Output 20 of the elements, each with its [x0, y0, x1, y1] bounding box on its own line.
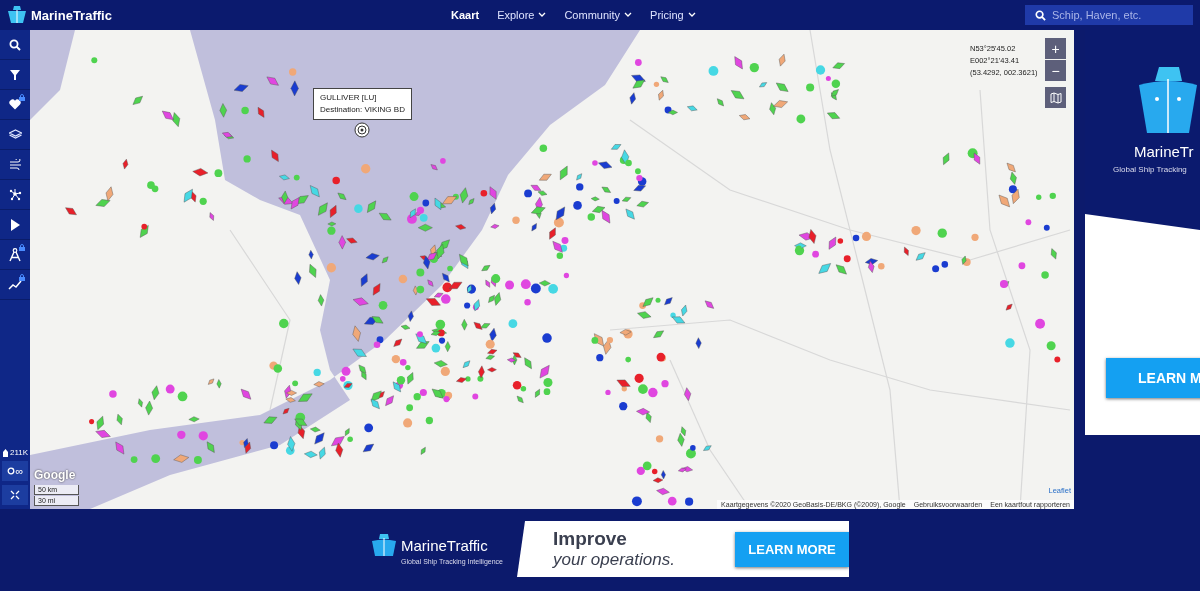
nav-link[interactable]: Kaart [451, 9, 480, 21]
toggle-button[interactable]: ∞ [2, 461, 28, 481]
zoom-in-button[interactable]: + [1045, 38, 1066, 59]
ad-brand: MarineTr [1134, 143, 1194, 160]
ad-subline: your operations. [553, 550, 676, 570]
nav-link[interactable]: Pricing [650, 9, 696, 21]
nav-link[interactable]: Explore [497, 9, 547, 21]
advertisement-banner[interactable]: MarineTr Global Ship Tracking LEARN M [1085, 30, 1200, 435]
vessel-name: GULLIVER [LU] [320, 92, 378, 104]
ad-brand: MarineTraffic [401, 537, 488, 554]
ad-tagline: Global Ship Tracking [1113, 165, 1187, 174]
ad-panel[interactable]: Improve your operations. LEARN MORE [517, 521, 849, 577]
ad-headline: Improve [553, 528, 628, 550]
vessel-count: 211K [10, 448, 29, 457]
nav-link[interactable]: Community [564, 9, 633, 21]
zoom-out-button[interactable]: − [1045, 60, 1066, 81]
brand-logo[interactable]: MarineTraffic [31, 7, 112, 23]
google-logo: Google [34, 468, 76, 482]
vessel-destination: Destination: VIKING BD [320, 104, 405, 116]
search-field[interactable]: Schip, Haven, etc. [1025, 5, 1193, 25]
